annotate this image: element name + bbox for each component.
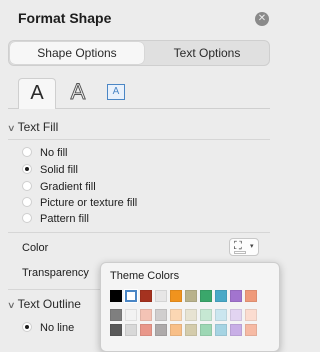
color-swatch[interactable] bbox=[140, 324, 152, 336]
text-effects-tab[interactable]: A bbox=[62, 78, 94, 108]
color-swatch[interactable] bbox=[245, 309, 257, 321]
radio-button[interactable] bbox=[22, 181, 32, 191]
radio-button[interactable] bbox=[22, 147, 32, 157]
text-options-icon-tabs: A A A bbox=[8, 76, 270, 109]
text-fill-header-label: Text Fill bbox=[17, 120, 59, 134]
textbox-icon: A bbox=[107, 84, 125, 100]
color-swatch[interactable] bbox=[155, 324, 167, 336]
color-swatch[interactable] bbox=[170, 290, 182, 302]
pane-title: Format Shape bbox=[18, 10, 112, 26]
color-swatch[interactable] bbox=[155, 309, 167, 321]
radio-label: No line bbox=[40, 322, 75, 334]
color-swatch[interactable] bbox=[110, 309, 122, 321]
color-swatch[interactable] bbox=[245, 324, 257, 336]
transparency-label: Transparency bbox=[22, 267, 89, 279]
text-fill-outline-icon: A bbox=[30, 82, 44, 104]
color-swatch[interactable] bbox=[185, 290, 197, 302]
tab-text-options[interactable]: Text Options bbox=[145, 42, 269, 64]
tab-shape-options[interactable]: Shape Options bbox=[10, 42, 144, 64]
divider bbox=[8, 139, 270, 140]
color-swatch[interactable] bbox=[200, 324, 212, 336]
text-fill-outline-tab[interactable]: A bbox=[18, 78, 56, 109]
color-swatch[interactable] bbox=[230, 324, 242, 336]
divider bbox=[8, 232, 270, 233]
color-label: Color bbox=[22, 242, 49, 254]
chevron-down-icon: ∨ bbox=[7, 123, 16, 133]
color-swatch[interactable] bbox=[140, 309, 152, 321]
text-outline-header[interactable]: ∨ Text Outline bbox=[7, 297, 81, 311]
radio-button[interactable] bbox=[22, 197, 32, 207]
chevron-down-icon: ▾ bbox=[250, 243, 254, 250]
color-swatch[interactable] bbox=[125, 309, 137, 321]
color-swatch[interactable] bbox=[125, 324, 137, 336]
options-tab-control: Shape Options Text Options bbox=[8, 40, 270, 66]
color-swatch[interactable] bbox=[215, 290, 227, 302]
color-swatch[interactable] bbox=[200, 309, 212, 321]
radio-label: Solid fill bbox=[40, 164, 78, 176]
color-swatch[interactable] bbox=[110, 290, 122, 302]
text-outline-header-label: Text Outline bbox=[17, 297, 81, 311]
radio-label: Pattern fill bbox=[40, 213, 89, 225]
color-swatch[interactable] bbox=[215, 324, 227, 336]
fill-color-picker-button[interactable]: ⛶ ▾ bbox=[229, 238, 259, 256]
color-swatch[interactable] bbox=[230, 309, 242, 321]
text-fill-header[interactable]: ∨ Text Fill bbox=[7, 120, 59, 134]
color-swatch[interactable] bbox=[230, 290, 242, 302]
text-effects-icon: A bbox=[70, 79, 86, 105]
color-swatch[interactable] bbox=[245, 290, 257, 302]
radio-label: No fill bbox=[40, 147, 68, 159]
color-swatch[interactable] bbox=[170, 309, 182, 321]
color-swatch[interactable] bbox=[185, 309, 197, 321]
theme-colors-title: Theme Colors bbox=[110, 270, 180, 282]
radio-button[interactable] bbox=[22, 164, 32, 174]
chevron-down-icon: ∨ bbox=[7, 300, 16, 310]
radio-label: Gradient fill bbox=[40, 181, 96, 193]
radio-button[interactable] bbox=[22, 213, 32, 223]
color-swatch[interactable] bbox=[124, 289, 138, 303]
color-swatch[interactable] bbox=[215, 309, 227, 321]
close-icon[interactable]: ✕ bbox=[255, 12, 269, 26]
color-swatch[interactable] bbox=[155, 290, 167, 302]
current-color-indicator bbox=[234, 251, 246, 254]
textbox-tab[interactable]: A bbox=[100, 78, 132, 108]
radio-button[interactable] bbox=[22, 322, 32, 332]
color-swatch[interactable] bbox=[110, 324, 122, 336]
color-swatch[interactable] bbox=[170, 324, 182, 336]
radio-label: Picture or texture fill bbox=[40, 197, 138, 209]
color-swatch[interactable] bbox=[185, 324, 197, 336]
color-swatch[interactable] bbox=[140, 290, 152, 302]
color-picker-popover: Theme Colors bbox=[100, 262, 280, 352]
color-swatch[interactable] bbox=[200, 290, 212, 302]
